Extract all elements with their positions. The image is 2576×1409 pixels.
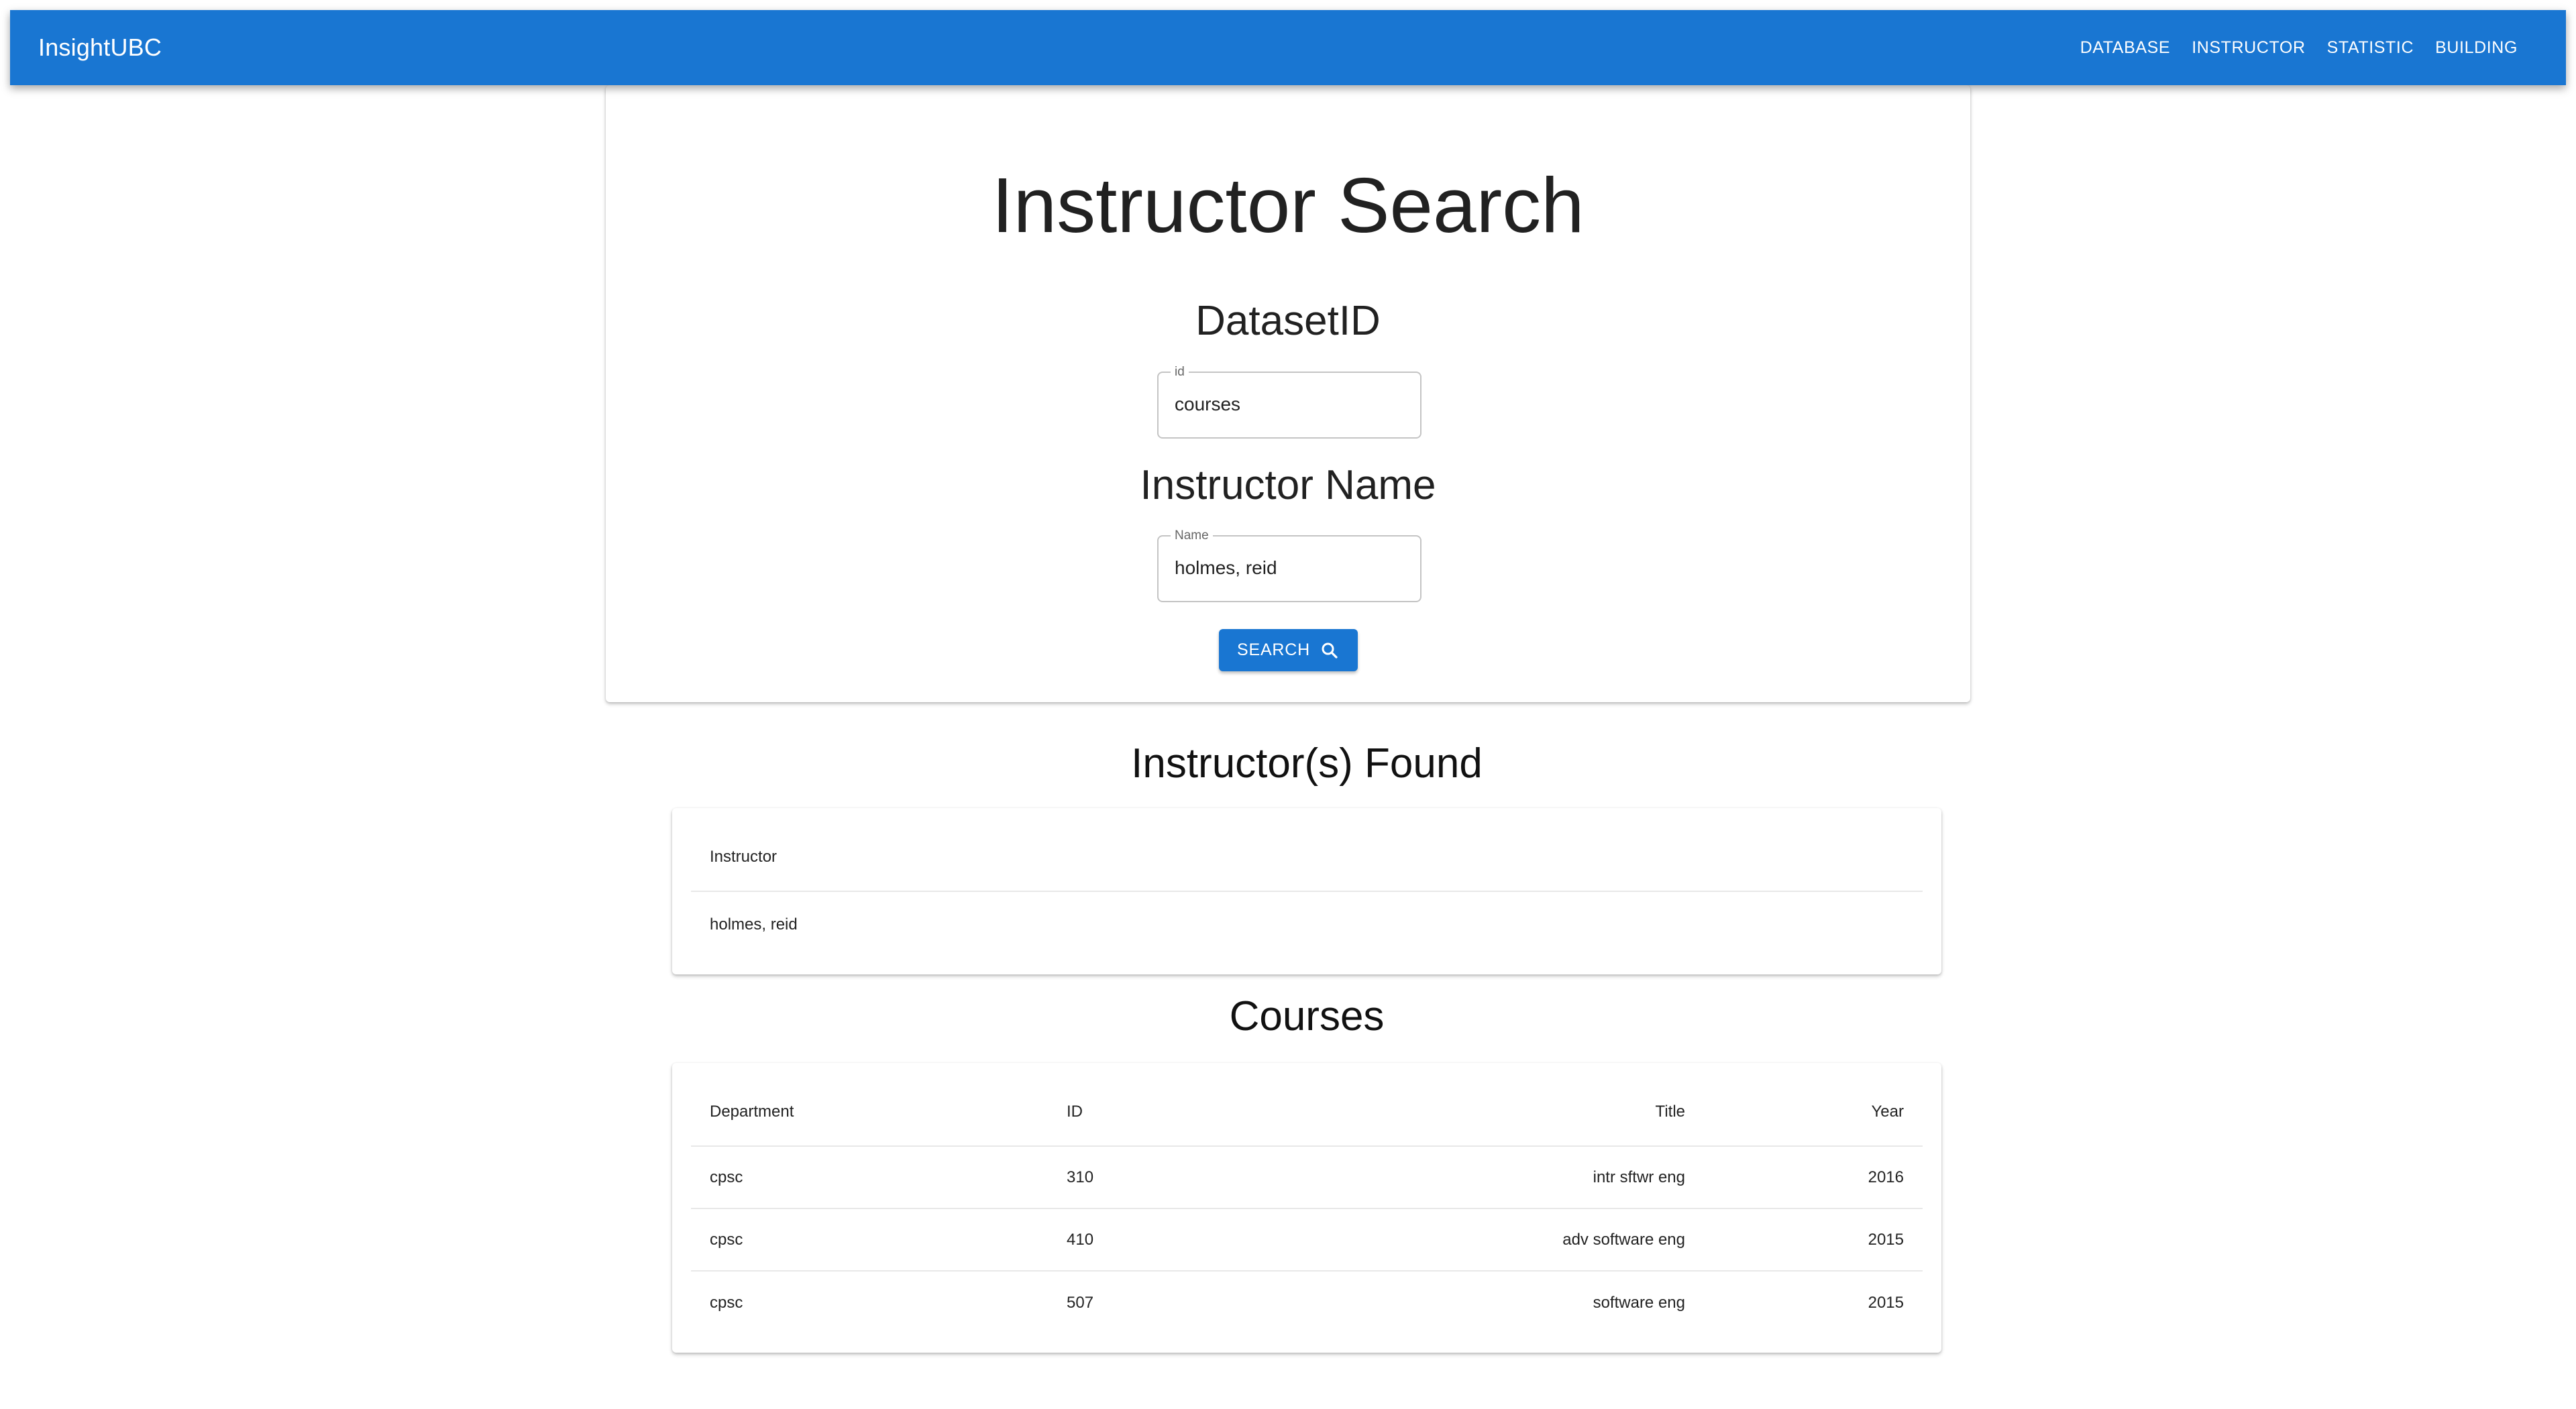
department-cell: cpsc <box>710 1230 743 1249</box>
course-year-cell: 2015 <box>1868 1230 1904 1249</box>
course-title-cell: software eng <box>1593 1293 1685 1312</box>
brand-title[interactable]: InsightUBC <box>38 34 162 62</box>
table-row[interactable]: cpsc 310 intr sftwr eng 2016 <box>691 1147 1923 1209</box>
instructor-name-cell: holmes, reid <box>710 915 798 934</box>
department-cell: cpsc <box>710 1168 743 1186</box>
course-id-cell: 410 <box>1067 1230 1094 1249</box>
nav-database[interactable]: DATABASE <box>2071 29 2180 67</box>
instructor-name-input[interactable] <box>1175 551 1403 585</box>
course-year-cell: 2016 <box>1868 1168 1904 1186</box>
column-header-id: ID <box>1067 1102 1083 1121</box>
search-card: Instructor Search DatasetID id Instructo… <box>606 85 1970 702</box>
dataset-id-field: id <box>1157 365 1421 439</box>
instructors-found-heading: Instructor(s) Found <box>1131 740 1483 787</box>
table-row[interactable]: cpsc 507 software eng 2015 <box>691 1272 1923 1334</box>
course-year-cell: 2015 <box>1868 1293 1904 1312</box>
column-header-instructor: Instructor <box>710 847 777 866</box>
dataset-id-legend: id <box>1171 365 1189 380</box>
courses-header-row: Department ID Title Year <box>691 1063 1923 1147</box>
course-id-cell: 310 <box>1067 1168 1094 1186</box>
dataset-id-label: DatasetID <box>1195 298 1381 344</box>
course-title-cell: adv software eng <box>1562 1230 1685 1249</box>
course-id-cell: 507 <box>1067 1293 1094 1312</box>
instructor-name-label: Instructor Name <box>1140 462 1436 508</box>
nav-instructor[interactable]: INSTRUCTOR <box>2182 29 2314 67</box>
courses-table: Department ID Title Year cpsc 310 intr s… <box>672 1063 1941 1353</box>
nav-building[interactable]: BUILDING <box>2426 29 2527 67</box>
nav-statistic[interactable]: STATISTIC <box>2318 29 2423 67</box>
search-button-label: SEARCH <box>1237 640 1310 659</box>
column-header-title: Title <box>1655 1102 1685 1121</box>
table-row[interactable]: cpsc 410 adv software eng 2015 <box>691 1209 1923 1272</box>
course-title-cell: intr sftwr eng <box>1593 1168 1685 1186</box>
instructors-table: Instructor holmes, reid <box>672 808 1941 974</box>
instructor-name-legend: Name <box>1171 528 1213 543</box>
courses-heading: Courses <box>1229 993 1385 1039</box>
page-title: Instructor Search <box>991 162 1585 249</box>
dataset-id-input[interactable] <box>1175 388 1403 421</box>
department-cell: cpsc <box>710 1293 743 1312</box>
column-header-department: Department <box>710 1102 794 1121</box>
app-bar: InsightUBC DATABASE INSTRUCTOR STATISTIC… <box>10 10 2566 85</box>
instructor-name-field: Name <box>1157 528 1421 602</box>
main-nav: DATABASE INSTRUCTOR STATISTIC BUILDING <box>2071 29 2527 67</box>
column-header-year: Year <box>1871 1102 1904 1121</box>
table-row[interactable]: holmes, reid <box>691 892 1923 957</box>
search-icon <box>1322 642 1338 659</box>
search-button[interactable]: SEARCH <box>1219 629 1358 671</box>
instructors-header-row: Instructor <box>691 808 1923 892</box>
